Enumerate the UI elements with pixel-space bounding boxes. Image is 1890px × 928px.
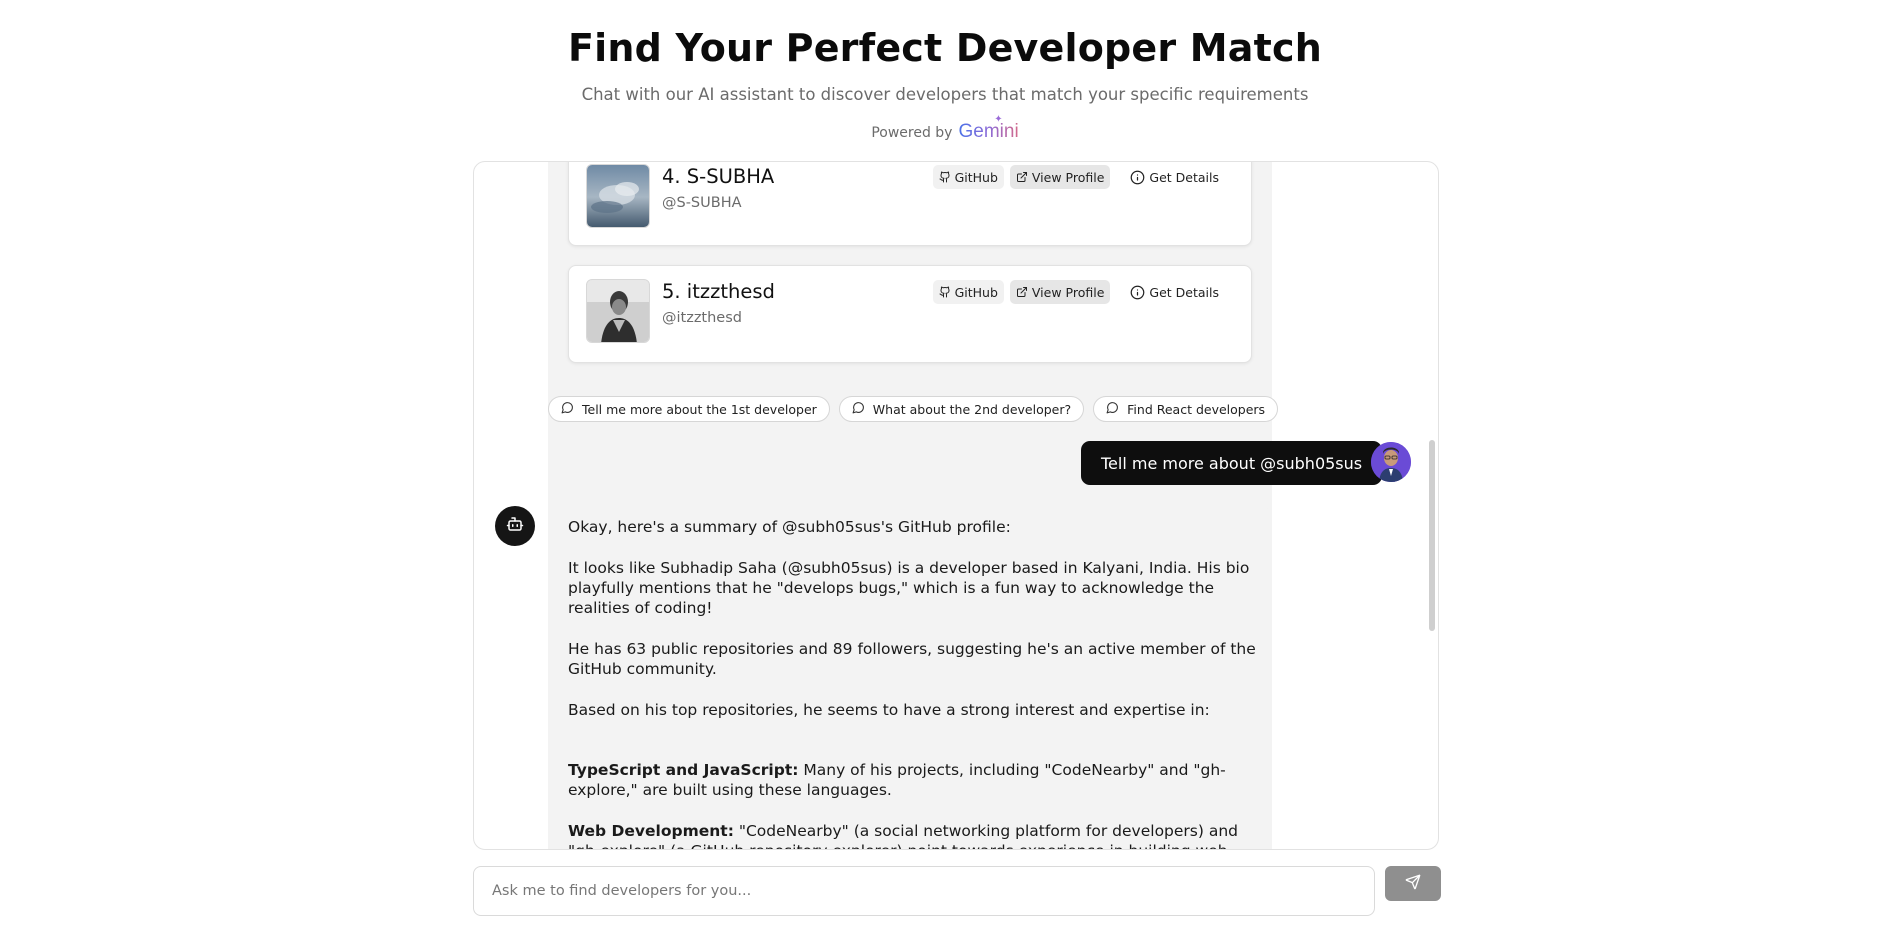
suggestion-label: Find React developers xyxy=(1127,401,1266,417)
github-icon xyxy=(939,171,951,183)
developer-card: 5. itzzthesd @itzzthesd GitHub View Prof… xyxy=(568,265,1252,363)
get-details-label: Get Details xyxy=(1149,284,1219,300)
message-circle-icon xyxy=(1106,401,1119,417)
github-label: GitHub xyxy=(954,169,998,185)
chat-input[interactable] xyxy=(474,867,1374,915)
external-link-icon xyxy=(1016,171,1028,183)
suggestion-label: What about the 2nd developer? xyxy=(872,401,1072,417)
message-circle-icon xyxy=(852,401,865,417)
powered-by-label: Powered by xyxy=(871,125,953,141)
assistant-paragraph: It looks like Subhadip Saha (@subh05sus)… xyxy=(568,559,1250,617)
bot-avatar xyxy=(495,506,535,546)
developer-avatar xyxy=(586,164,650,228)
info-icon xyxy=(1130,170,1145,185)
bot-icon xyxy=(506,515,524,537)
external-link-icon xyxy=(1016,286,1028,298)
assistant-message: Okay, here's a summary of @subh05sus's G… xyxy=(548,506,1272,849)
suggestion-label: Tell me more about the 1st developer xyxy=(582,401,817,417)
suggestion-chip[interactable]: Tell me more about the 1st developer xyxy=(548,396,830,422)
message-circle-icon xyxy=(561,401,574,417)
get-details-button[interactable]: Get Details xyxy=(1124,165,1225,189)
assistant-paragraph: Based on his top repositories, he seems … xyxy=(568,701,1210,719)
assistant-paragraph: He has 63 public repositories and 89 fol… xyxy=(568,640,1256,678)
suggestion-chip[interactable]: Find React developers xyxy=(1093,396,1279,422)
gemini-logo: Gemini ✦ xyxy=(958,114,1019,142)
suggestion-chips: Tell me more about the 1st developer Wha… xyxy=(548,396,1279,422)
info-icon xyxy=(1130,285,1145,300)
page-title: Find Your Perfect Developer Match xyxy=(568,26,1322,70)
developer-name: 4. S-SUBHA xyxy=(662,165,775,188)
get-details-label: Get Details xyxy=(1149,169,1219,185)
github-icon xyxy=(939,286,951,298)
chat-window[interactable]: 4. S-SUBHA @S-SUBHA GitHub View Profile … xyxy=(473,161,1439,850)
developer-handle: @S-SUBHA xyxy=(662,195,742,211)
page-subtitle: Chat with our AI assistant to discover d… xyxy=(581,85,1309,104)
assistant-paragraph: Okay, here's a summary of @subh05sus's G… xyxy=(568,518,1011,536)
view-profile-label: View Profile xyxy=(1031,169,1105,185)
assistant-paragraph: TypeScript and JavaScript: Many of his p… xyxy=(568,760,1258,800)
github-button[interactable]: GitHub xyxy=(932,165,1004,189)
get-details-button[interactable]: Get Details xyxy=(1124,280,1225,304)
topic-heading: TypeScript and JavaScript: xyxy=(568,761,799,779)
view-profile-label: View Profile xyxy=(1031,284,1105,300)
developer-card: 4. S-SUBHA @S-SUBHA GitHub View Profile … xyxy=(568,162,1252,246)
developer-name: 5. itzzthesd xyxy=(662,280,775,303)
powered-by: Powered by Gemini ✦ xyxy=(0,114,1890,143)
send-button[interactable] xyxy=(1385,866,1441,901)
view-profile-button[interactable]: View Profile xyxy=(1009,165,1111,189)
topic-heading: Web Development: xyxy=(568,822,734,840)
chat-scrollbar[interactable] xyxy=(1429,440,1435,631)
developer-handle: @itzzthesd xyxy=(662,310,742,326)
developer-avatar xyxy=(586,279,650,343)
send-icon xyxy=(1405,874,1421,894)
user-message: Tell me more about @subh05sus xyxy=(1081,441,1383,485)
assistant-paragraph: Web Development: "CodeNearby" (a social … xyxy=(568,821,1258,849)
chat-input-wrapper xyxy=(473,866,1375,916)
github-label: GitHub xyxy=(954,284,998,300)
user-avatar xyxy=(1371,442,1411,482)
suggestion-chip[interactable]: What about the 2nd developer? xyxy=(838,396,1085,422)
developer-results: 4. S-SUBHA @S-SUBHA GitHub View Profile … xyxy=(548,162,1272,545)
view-profile-button[interactable]: View Profile xyxy=(1009,280,1111,304)
github-button[interactable]: GitHub xyxy=(932,280,1004,304)
